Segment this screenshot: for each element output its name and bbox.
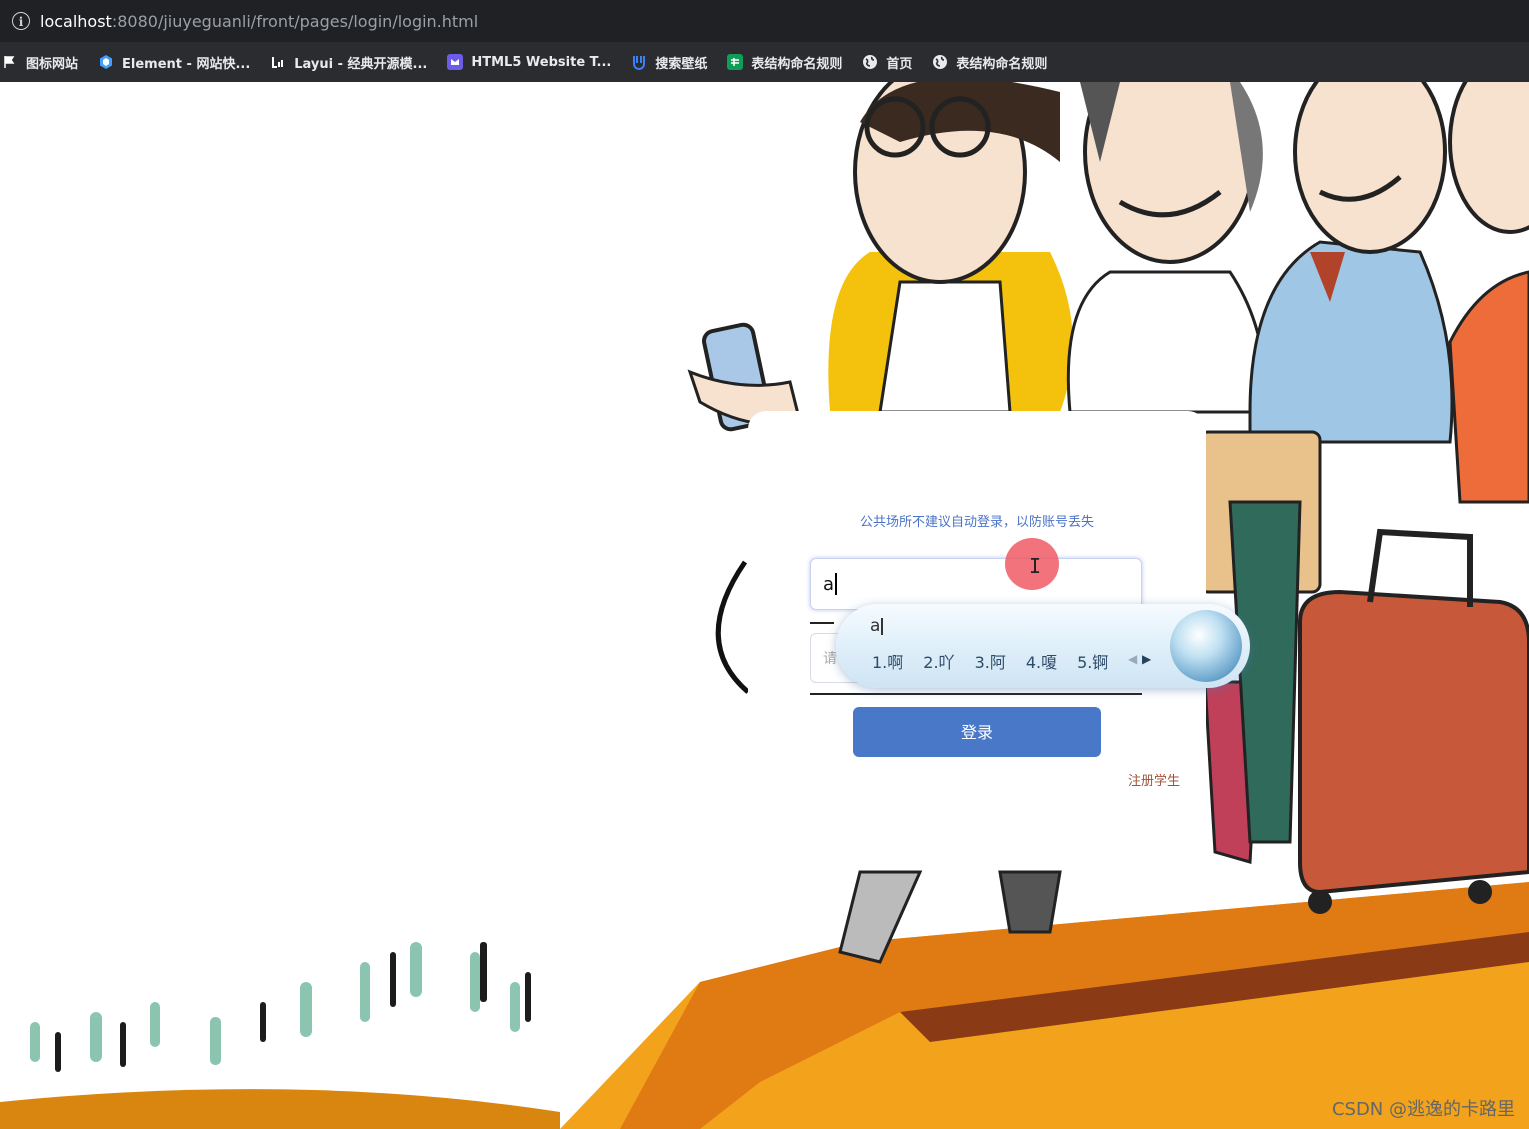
globe-icon: [862, 54, 878, 70]
bookmark-item-home[interactable]: 首页: [862, 53, 912, 72]
text-caret: [835, 573, 837, 595]
ime-prev-page-icon[interactable]: ◀: [1128, 652, 1137, 666]
bookmark-label: 图标网站: [26, 56, 79, 72]
wallpaper-search-icon: [631, 54, 647, 70]
ibeam-cursor-icon: I: [1029, 554, 1042, 578]
username-input[interactable]: a: [810, 558, 1142, 610]
watermark: CSDN @逃逸的卡路里: [1331, 1099, 1515, 1120]
field-underline: [810, 693, 1142, 695]
username-value: a: [823, 573, 835, 595]
bookmark-item-html5-website[interactable]: HTML5 Website T...: [447, 54, 611, 70]
field-underline: [810, 622, 834, 624]
url-path: :8080/jiuyeguanli/front/pages/login/logi…: [111, 11, 479, 31]
bookmark-label: HTML5 Website T...: [471, 54, 612, 70]
address-bar[interactable]: i localhost :8080/jiuyeguanli/front/page…: [0, 0, 1529, 42]
ime-candidate[interactable]: 2.吖: [923, 649, 954, 673]
ime-composition: a: [870, 616, 883, 636]
html5-template-icon: [447, 54, 464, 70]
bookmark-item-table-naming-2[interactable]: 表结构命名规则: [932, 53, 1047, 72]
url-host: localhost: [40, 11, 112, 31]
ime-candidate[interactable]: 3.阿: [975, 649, 1006, 673]
bookmark-label: 表结构命名规则: [751, 56, 843, 72]
ime-skin-orb-icon: [1170, 610, 1242, 682]
password-placeholder: 请: [823, 651, 837, 667]
bookmark-label: Layui - 经典开源模...: [294, 56, 428, 72]
ime-candidate[interactable]: 5.锕: [1077, 649, 1108, 673]
auto-login-notice: 公共场所不建议自动登录，以防账号丢失: [859, 515, 1094, 530]
ime-composition-text: a: [870, 616, 881, 636]
bookmark-label: 表结构命名规则: [956, 56, 1048, 72]
ime-candidate-window: a 1.啊 2.吖 3.阿 4.嗄 5.锕 ◀ ▶: [836, 604, 1250, 688]
site-info-icon[interactable]: i: [12, 12, 30, 30]
bookmark-item-element[interactable]: Element - 网站快...: [98, 53, 250, 72]
ime-next-page-icon[interactable]: ▶: [1142, 652, 1151, 666]
bookmark-label: 首页: [886, 56, 913, 72]
register-student-link[interactable]: 注册学生: [1128, 770, 1180, 789]
bookmark-flag-icon: [2, 54, 18, 70]
globe-icon: [932, 54, 948, 70]
ime-caret: [881, 617, 883, 635]
ime-candidate-list: 1.啊 2.吖 3.阿 4.嗄 5.锕: [872, 649, 1128, 673]
bookmark-label: 搜索壁纸: [655, 56, 708, 72]
login-page: 公共场所不建议自动登录，以防账号丢失 a 请 登录 注册学生: [0, 82, 1529, 1129]
ime-candidate[interactable]: 4.嗄: [1026, 649, 1057, 673]
bookmark-item-wallpaper-search[interactable]: 搜索壁纸: [631, 53, 707, 72]
bookmark-item-layui[interactable]: Layui - 经典开源模...: [270, 53, 427, 72]
ime-candidate[interactable]: 1.啊: [872, 649, 903, 673]
layui-logo-icon: [270, 54, 286, 70]
bookmarks-bar: 图标网站 Element - 网站快... Layui - 经典开源模... H…: [0, 42, 1529, 82]
bookmark-item-icon-site[interactable]: 图标网站: [2, 53, 78, 72]
spreadsheet-icon: [727, 54, 744, 70]
login-button[interactable]: 登录: [853, 707, 1101, 757]
bookmark-item-table-naming[interactable]: 表结构命名规则: [727, 53, 842, 72]
element-logo-icon: [98, 54, 114, 70]
bookmark-label: Element - 网站快...: [122, 56, 251, 72]
